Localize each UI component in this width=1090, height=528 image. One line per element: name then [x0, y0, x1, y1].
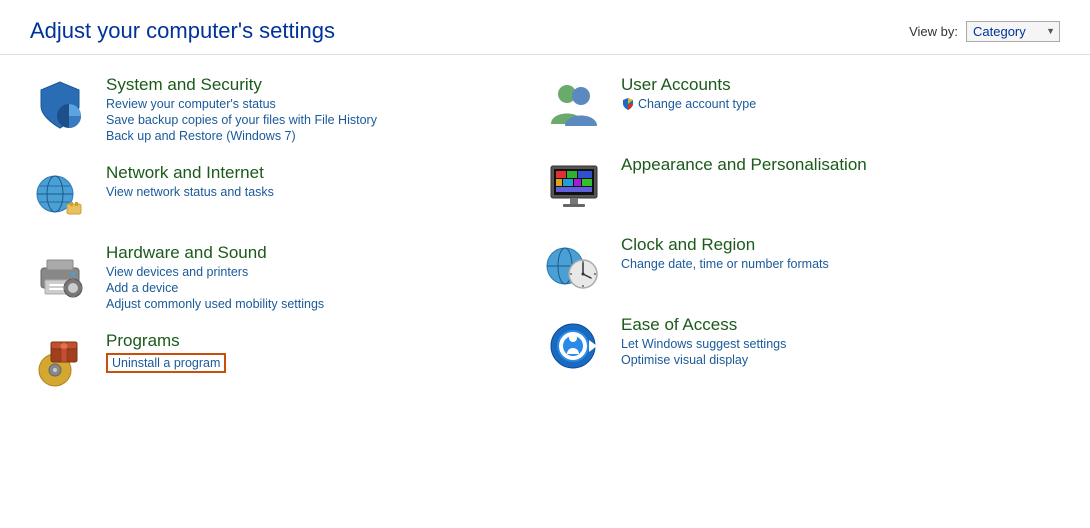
appearance-text: Appearance and Personalisation: [621, 155, 867, 175]
appearance-icon: [545, 155, 605, 215]
ease-access-title[interactable]: Ease of Access: [621, 315, 786, 335]
devices-printers-link[interactable]: View devices and printers: [106, 265, 324, 279]
change-account-type-text: Change account type: [638, 97, 756, 111]
clock-region-text: Clock and Region Change date, time or nu…: [621, 235, 829, 271]
user-accounts-title[interactable]: User Accounts: [621, 75, 756, 95]
ease-access-text: Ease of Access Let Windows suggest setti…: [621, 315, 786, 367]
category-appearance: Appearance and Personalisation: [545, 155, 1060, 215]
user-accounts-text: User Accounts Change account type: [621, 75, 756, 111]
visual-display-link[interactable]: Optimise visual display: [621, 353, 786, 367]
category-clock-region: Clock and Region Change date, time or nu…: [545, 235, 1060, 295]
view-by-wrapper[interactable]: Category Large icons Small icons: [966, 21, 1060, 42]
right-column: User Accounts Change account type: [545, 75, 1060, 391]
category-network: Network and Internet View network status…: [30, 163, 545, 223]
file-history-link[interactable]: Save backup copies of your files with Fi…: [106, 113, 377, 127]
review-status-link[interactable]: Review your computer's status: [106, 97, 377, 111]
hardware-icon: [30, 243, 90, 303]
category-programs: Programs Uninstall a program: [30, 331, 545, 391]
view-by-container: View by: Category Large icons Small icon…: [909, 21, 1060, 42]
header: Adjust your computer's settings View by:…: [0, 0, 1090, 55]
hardware-title[interactable]: Hardware and Sound: [106, 243, 324, 263]
clock-region-icon: [545, 235, 605, 295]
system-security-title[interactable]: System and Security: [106, 75, 377, 95]
date-time-link[interactable]: Change date, time or number formats: [621, 257, 829, 271]
view-by-select[interactable]: Category Large icons Small icons: [966, 21, 1060, 42]
category-system-security: System and Security Review your computer…: [30, 75, 545, 143]
category-user-accounts: User Accounts Change account type: [545, 75, 1060, 135]
system-security-icon: [30, 75, 90, 135]
category-hardware: Hardware and Sound View devices and prin…: [30, 243, 545, 311]
windows-suggest-link[interactable]: Let Windows suggest settings: [621, 337, 786, 351]
programs-text: Programs Uninstall a program: [106, 331, 226, 373]
system-security-text: System and Security Review your computer…: [106, 75, 377, 143]
clock-region-title[interactable]: Clock and Region: [621, 235, 829, 255]
programs-title[interactable]: Programs: [106, 331, 226, 351]
add-device-link[interactable]: Add a device: [106, 281, 324, 295]
uac-shield-icon: [621, 97, 635, 111]
category-ease-access: Ease of Access Let Windows suggest setti…: [545, 315, 1060, 375]
ease-access-icon: [545, 315, 605, 375]
network-title[interactable]: Network and Internet: [106, 163, 274, 183]
programs-icon: [30, 331, 90, 391]
network-icon: [30, 163, 90, 223]
backup-restore-link[interactable]: Back up and Restore (Windows 7): [106, 129, 377, 143]
main-content: System and Security Review your computer…: [0, 55, 1090, 411]
user-accounts-icon: [545, 75, 605, 135]
network-text: Network and Internet View network status…: [106, 163, 274, 199]
page-title: Adjust your computer's settings: [30, 18, 335, 44]
mobility-settings-link[interactable]: Adjust commonly used mobility settings: [106, 297, 324, 311]
appearance-title[interactable]: Appearance and Personalisation: [621, 155, 867, 175]
left-column: System and Security Review your computer…: [30, 75, 545, 391]
view-by-label: View by:: [909, 24, 958, 39]
uninstall-program-link[interactable]: Uninstall a program: [106, 353, 226, 373]
hardware-text: Hardware and Sound View devices and prin…: [106, 243, 324, 311]
network-status-link[interactable]: View network status and tasks: [106, 185, 274, 199]
change-account-type-link[interactable]: Change account type: [621, 97, 756, 111]
